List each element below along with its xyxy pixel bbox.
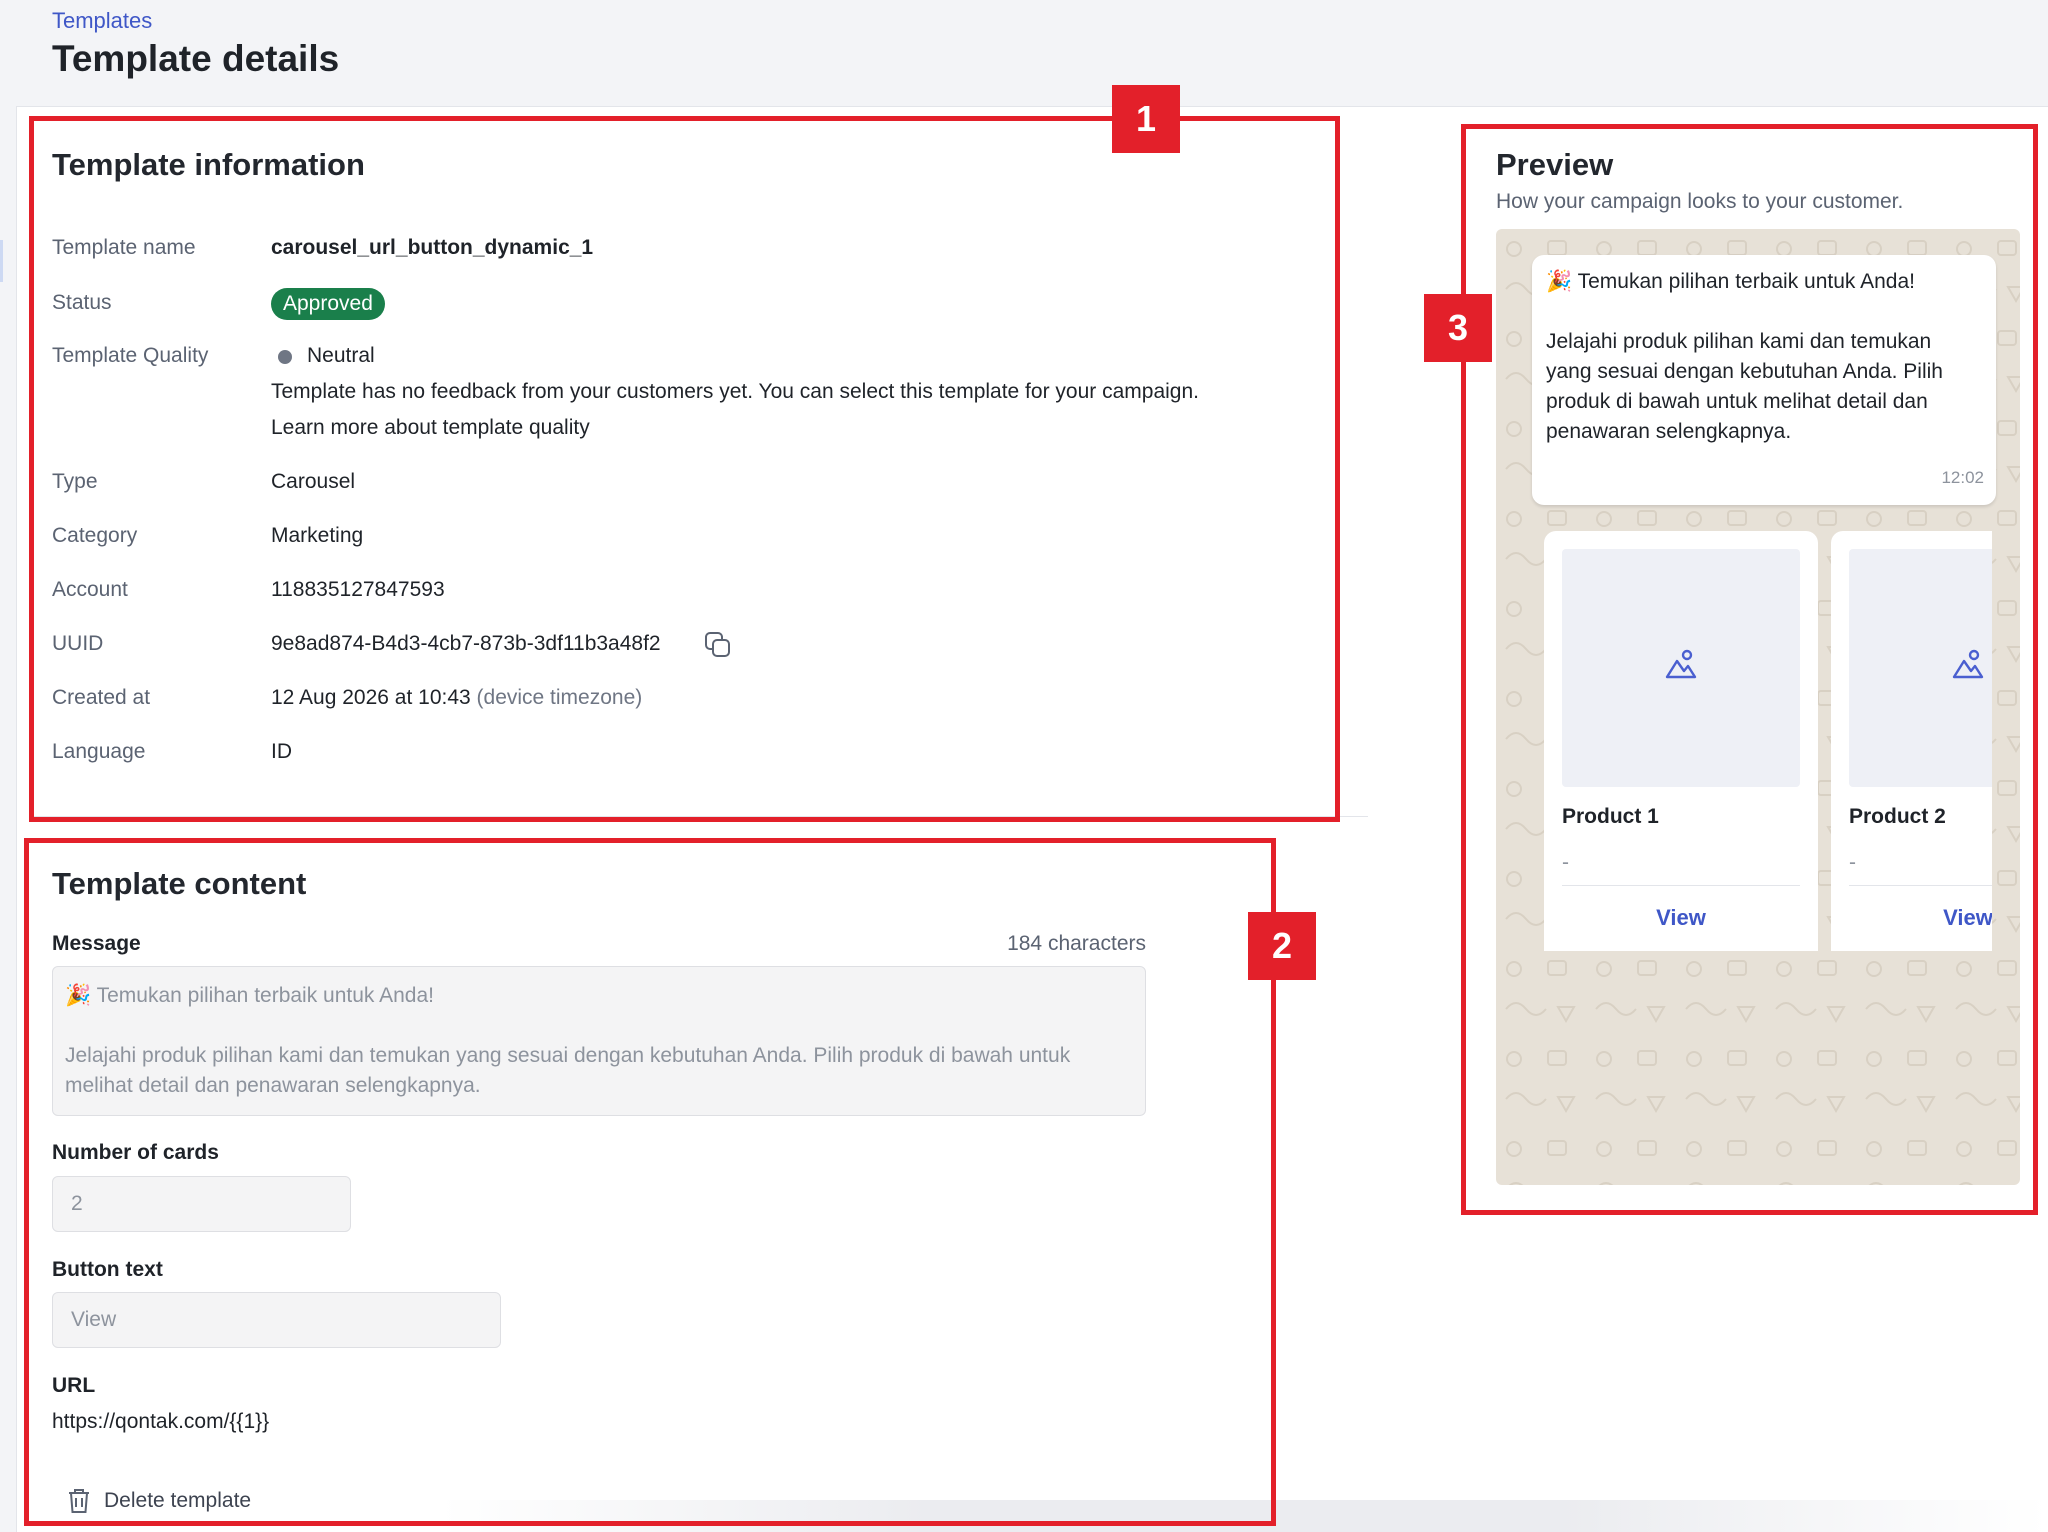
annotation-box-3 xyxy=(1461,124,2038,1215)
sidebar-edge xyxy=(0,240,3,282)
annotation-label-3: 3 xyxy=(1424,294,1492,362)
annotation-box-1 xyxy=(29,116,1340,822)
page-title: Template details xyxy=(52,38,340,79)
annotation-box-2 xyxy=(24,838,1276,1526)
breadcrumb[interactable]: Templates xyxy=(52,8,152,34)
annotation-label-2: 2 xyxy=(1248,912,1316,980)
annotation-label-1: 1 xyxy=(1112,85,1180,153)
